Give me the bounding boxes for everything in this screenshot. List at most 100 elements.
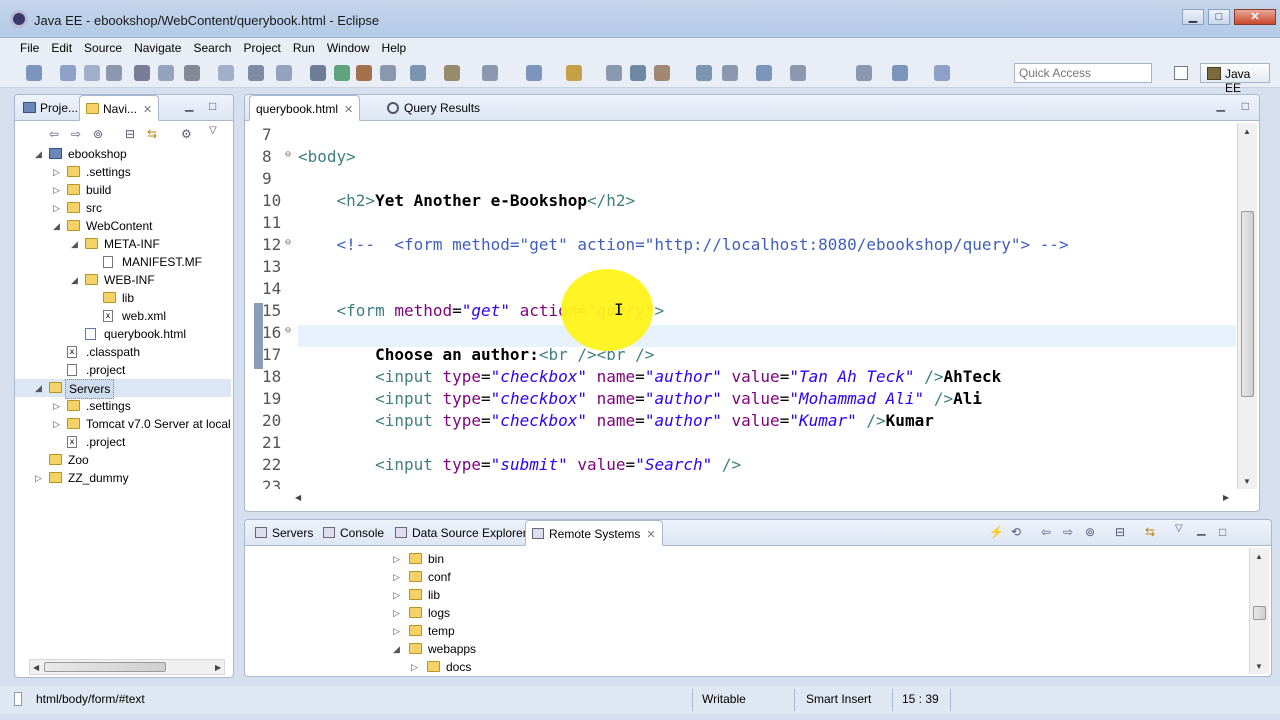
tree-item[interactable]: ▷ ZZ_dummy <box>15 469 231 487</box>
view-menu-icon[interactable]: ▽ <box>209 125 217 136</box>
remote-tree-item[interactable]: ▷ logs <box>385 604 985 622</box>
collapse-all-icon[interactable]: ⊟ <box>1115 525 1125 539</box>
tree-item[interactable]: ◢ WebContent <box>15 217 231 235</box>
quick-access-input[interactable] <box>1014 63 1152 83</box>
bottom-scroll-thumb[interactable] <box>1253 606 1266 620</box>
tree-item[interactable]: ◢ WEB-INF <box>15 271 231 289</box>
collapsed-twisty-icon[interactable]: ▷ <box>53 397 60 415</box>
fold-toggle-icon[interactable]: ⊖ <box>285 149 291 160</box>
toolbar-icon[interactable] <box>790 65 806 81</box>
scroll-down-icon[interactable]: ▼ <box>1243 477 1251 486</box>
toolbar-icon[interactable] <box>606 65 622 81</box>
tree-item[interactable]: ◢ ebookshop <box>15 145 231 163</box>
expanded-twisty-icon[interactable]: ◢ <box>71 235 78 253</box>
refresh-icon[interactable]: ⟲ <box>1011 525 1021 539</box>
collapsed-twisty-icon[interactable]: ▷ <box>53 163 60 181</box>
minimize-view-icon[interactable]: ▁ <box>1197 523 1205 536</box>
editor-hscrollbar[interactable]: ◀ ▶ <box>295 493 1231 502</box>
toolbar-icon[interactable] <box>856 65 872 81</box>
left-tab-0[interactable]: Proje... <box>17 95 84 121</box>
toolbar-icon[interactable] <box>26 65 42 81</box>
code-line[interactable]: <input type="checkbox" name="author" val… <box>298 411 934 430</box>
bottom-tab-2[interactable]: Data Source Explorer <box>389 520 533 546</box>
forward-icon[interactable]: ⇨ <box>1063 525 1073 539</box>
code-line[interactable]: <input type="checkbox" name="author" val… <box>298 367 1001 386</box>
tree-item[interactable]: x web.xml <box>15 307 231 325</box>
menu-search[interactable]: Search <box>187 38 237 56</box>
toolbar-icon[interactable] <box>184 65 200 81</box>
bottom-tab-0[interactable]: Servers <box>249 520 319 546</box>
minimize-button[interactable]: ▁ <box>1182 9 1204 25</box>
toolbar-icon[interactable] <box>218 65 234 81</box>
toolbar-icon[interactable] <box>106 65 122 81</box>
scroll-up-icon[interactable]: ▲ <box>1243 127 1251 136</box>
back-icon[interactable]: ⇦ <box>1041 525 1051 539</box>
code-area[interactable]: 7 8 ⊖ <body> 9 10 <h2>Yet Another e-Bookshop<… <box>246 121 1236 489</box>
expanded-twisty-icon[interactable]: ◢ <box>53 217 60 235</box>
scroll-right-icon[interactable]: ▶ <box>215 663 221 672</box>
close-tab-icon[interactable]: ✕ <box>143 104 152 116</box>
tree-item[interactable]: querybook.html <box>15 325 231 343</box>
toolbar-icon[interactable] <box>444 65 460 81</box>
toolbar-icon[interactable] <box>380 65 396 81</box>
navigator-hscrollbar[interactable]: ◀ ▶ <box>29 659 225 675</box>
minimize-view-icon[interactable]: ▁ <box>1217 99 1225 112</box>
menu-project[interactable]: Project <box>237 38 286 56</box>
link-with-editor-icon[interactable]: ⇆ <box>147 127 157 141</box>
menu-run[interactable]: Run <box>287 38 321 56</box>
maximize-view-icon[interactable]: □ <box>1242 99 1249 113</box>
toolbar-icon[interactable] <box>158 65 174 81</box>
menu-source[interactable]: Source <box>78 38 128 56</box>
collapsed-twisty-icon[interactable]: ▷ <box>53 415 60 433</box>
open-perspective-icon[interactable] <box>1174 66 1188 80</box>
toolbar-icon[interactable] <box>482 65 498 81</box>
expanded-twisty-icon[interactable]: ◢ <box>71 271 78 289</box>
maximize-view-icon[interactable]: □ <box>1219 525 1226 539</box>
minimize-view-icon[interactable]: ▁ <box>185 99 193 112</box>
view-menu-icon[interactable]: ▽ <box>1175 523 1183 534</box>
forward-icon[interactable]: ⇨ <box>71 127 81 141</box>
bottom-vscrollbar[interactable]: ▲ ▼ <box>1249 548 1269 674</box>
editor-scroll-thumb[interactable] <box>1241 211 1254 397</box>
maximize-view-icon[interactable]: □ <box>209 99 216 113</box>
editor-tab-1[interactable]: Query Results <box>381 95 486 121</box>
java-ee-perspective-button[interactable]: Java EE <box>1200 63 1270 95</box>
menu-file[interactable]: File <box>14 38 45 56</box>
toolbar-icon[interactable] <box>566 65 582 81</box>
remote-tree-item[interactable]: ▷ lib <box>385 586 985 604</box>
toolbar-icon[interactable] <box>356 65 372 81</box>
editor-tab-0[interactable]: querybook.html ✕ <box>249 95 361 121</box>
tree-item[interactable]: ◢ META-INF <box>15 235 231 253</box>
toolbar-icon[interactable] <box>722 65 738 81</box>
toolbar-icon[interactable] <box>756 65 772 81</box>
toolbar-icon[interactable] <box>654 65 670 81</box>
collapsed-twisty-icon[interactable]: ▷ <box>411 658 418 676</box>
fold-toggle-icon[interactable]: ⊖ <box>285 325 291 336</box>
tree-item[interactable]: ▷ Tomcat v7.0 Server at local <box>15 415 231 433</box>
close-tab-icon[interactable]: ✕ <box>646 529 655 541</box>
toolbar-icon[interactable] <box>334 65 350 81</box>
remote-tree-item[interactable]: ▷ bin <box>385 550 985 568</box>
scroll-right-icon[interactable]: ▶ <box>1223 493 1229 502</box>
back-icon[interactable]: ⇦ <box>49 127 59 141</box>
collapsed-twisty-icon[interactable]: ▷ <box>53 199 60 217</box>
toolbar-icon[interactable] <box>934 65 950 81</box>
collapsed-twisty-icon[interactable]: ▷ <box>393 568 400 586</box>
tree-item[interactable]: Zoo <box>15 451 231 469</box>
remote-tree-item[interactable]: ▷ temp <box>385 622 985 640</box>
connect-icon[interactable]: ⚡ <box>989 525 1004 539</box>
scroll-left-icon[interactable]: ◀ <box>33 663 39 672</box>
collapsed-twisty-icon[interactable]: ▷ <box>393 622 400 640</box>
code-line[interactable]: <!-- <form method="get" action="http://l… <box>298 235 1069 254</box>
tree-item[interactable]: lib <box>15 289 231 307</box>
tree-item[interactable]: x .classpath <box>15 343 231 361</box>
tree-item[interactable]: ▷ src <box>15 199 231 217</box>
collapse-all-icon[interactable]: ⊟ <box>125 127 135 141</box>
code-line[interactable]: <h2>Yet Another e-Bookshop</h2> <box>298 191 636 210</box>
tree-item[interactable]: .project <box>15 361 231 379</box>
go-into-icon[interactable]: ⊚ <box>93 127 103 141</box>
filters-icon[interactable]: ⚙ <box>181 127 192 141</box>
toolbar-icon[interactable] <box>134 65 150 81</box>
scroll-left-icon[interactable]: ◀ <box>295 493 301 502</box>
left-tab-1[interactable]: Navi... ✕ <box>79 95 160 121</box>
